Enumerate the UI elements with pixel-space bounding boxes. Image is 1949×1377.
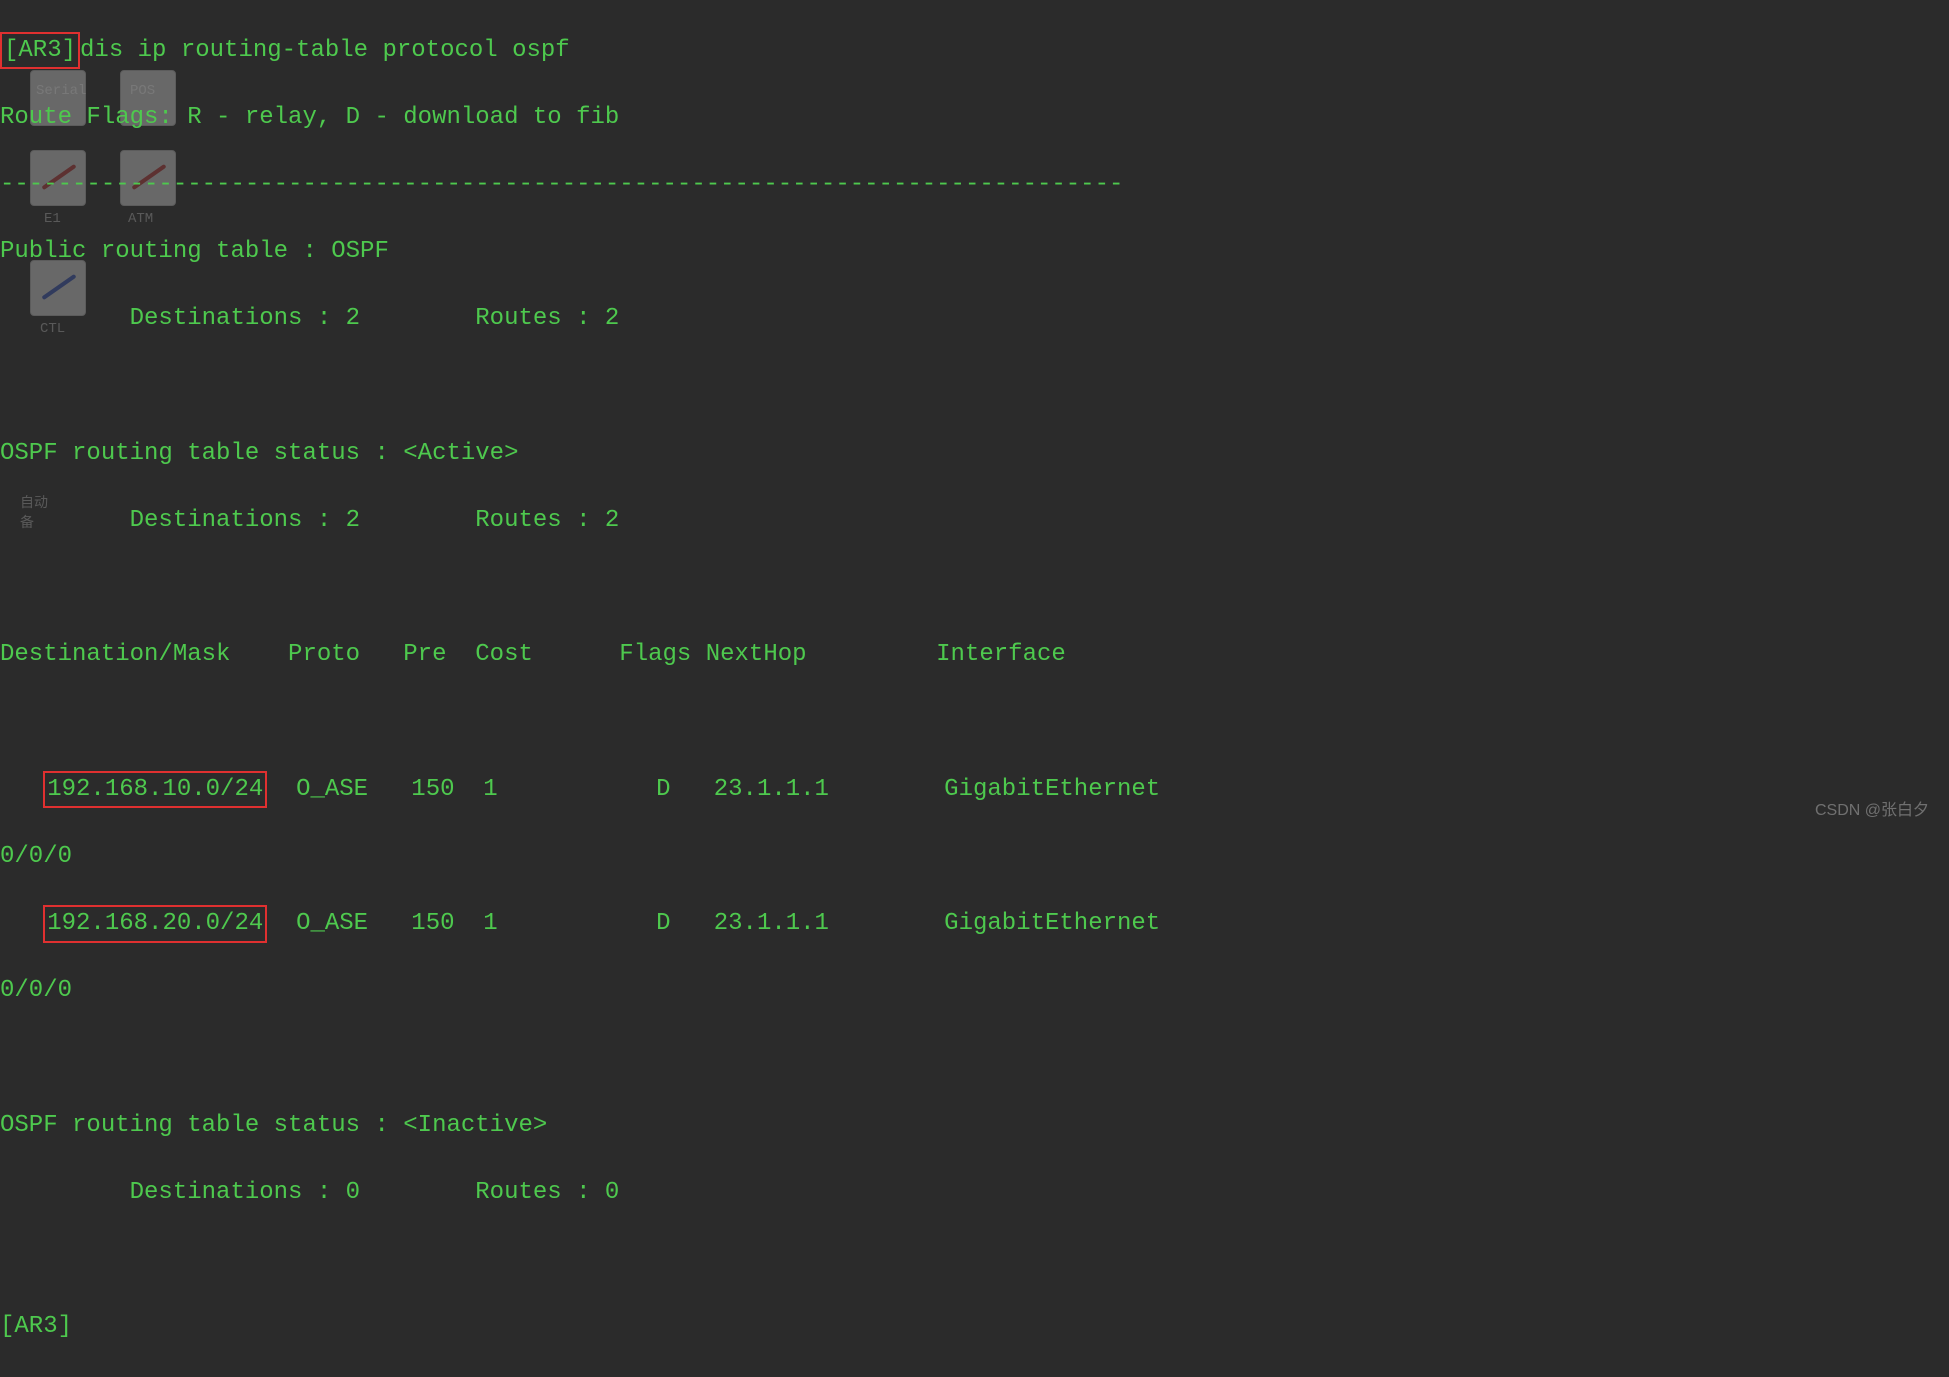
route-dest: 192.168.20.0/24 — [47, 910, 263, 937]
blank-line — [0, 705, 1949, 739]
table-headers: Destination/Mask Proto Pre Cost Flags Ne… — [0, 638, 1949, 672]
route-flags-line: Route Flags: R - relay, D - download to … — [0, 101, 1949, 135]
route-prefix — [0, 910, 43, 937]
route-dest: 192.168.10.0/24 — [47, 776, 263, 803]
route-prefix — [0, 776, 43, 803]
inactive-status-line: OSPF routing table status : <Inactive> — [0, 1109, 1949, 1143]
blank-line — [0, 1243, 1949, 1277]
command-text: dis ip routing-table protocol ospf — [80, 37, 570, 64]
blank-line — [0, 571, 1949, 605]
terminal-output[interactable]: [AR3]dis ip routing-table protocol ospf … — [0, 0, 1949, 1377]
route-details: O_ASE 150 1 D 23.1.1.1 GigabitEthernet — [267, 910, 1160, 937]
separator-line: ----------------------------------------… — [0, 168, 1949, 202]
active-status-line: OSPF routing table status : <Active> — [0, 437, 1949, 471]
route-iface-2: 0/0/0 — [0, 974, 1949, 1008]
watermark-text: CSDN @张白夕 — [1815, 800, 1929, 822]
blank-line — [0, 370, 1949, 404]
public-table-line: Public routing table : OSPF — [0, 235, 1949, 269]
route-iface-1: 0/0/0 — [0, 840, 1949, 874]
inactive-dests-line: Destinations : 0 Routes : 0 — [0, 1176, 1949, 1210]
blank-line — [0, 1041, 1949, 1075]
route-details: O_ASE 150 1 D 23.1.1.1 GigabitEthernet — [267, 776, 1160, 803]
highlight-prompt-ar3: [AR3] — [0, 32, 80, 70]
highlight-dest-1: 192.168.10.0/24 — [43, 771, 267, 809]
highlight-dest-2: 192.168.20.0/24 — [43, 905, 267, 943]
route-row-2: 192.168.20.0/24 O_ASE 150 1 D 23.1.1.1 G… — [0, 907, 1949, 941]
command-line: [AR3]dis ip routing-table protocol ospf — [0, 34, 1949, 68]
prompt-text: [AR3] — [4, 37, 76, 64]
active-dests-line: Destinations : 2 Routes : 2 — [0, 504, 1949, 538]
route-row-1: 192.168.10.0/24 O_ASE 150 1 D 23.1.1.1 G… — [0, 773, 1949, 807]
public-dests-line: Destinations : 2 Routes : 2 — [0, 302, 1949, 336]
prompt-line-2: [AR3] — [0, 1310, 1949, 1344]
